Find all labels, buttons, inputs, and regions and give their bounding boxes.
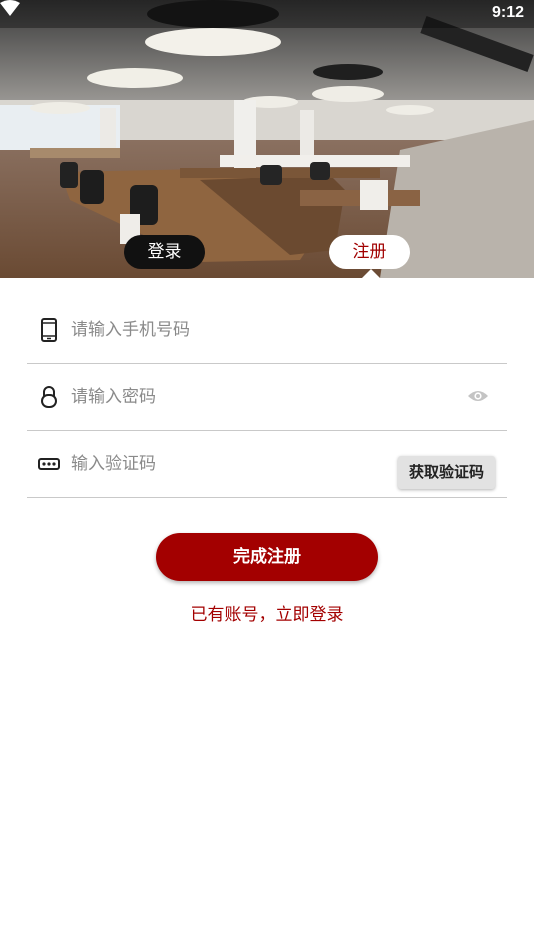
tab-login[interactable]: 登录 (124, 235, 205, 269)
code-input[interactable] (71, 447, 381, 481)
complete-register-button[interactable]: 完成注册 (156, 533, 378, 581)
phone-field (27, 297, 507, 364)
status-time: 9:12 (491, 4, 524, 21)
eye-icon[interactable] (467, 388, 489, 404)
phone-input[interactable] (71, 313, 381, 347)
office-photo (0, 0, 534, 278)
code-field: 获取验证码 (27, 431, 507, 498)
phone-icon (38, 297, 60, 363)
go-login-link[interactable]: 已有账号，立即登录 (0, 600, 534, 625)
status-bar: 9:12 (0, 0, 534, 28)
lock-icon (38, 364, 60, 430)
password-field (27, 364, 507, 431)
get-code-button[interactable]: 获取验证码 (398, 456, 495, 489)
code-icon (38, 431, 60, 497)
wifi-icon (0, 0, 20, 16)
password-input[interactable] (71, 380, 381, 414)
active-tab-indicator (362, 269, 380, 278)
tab-register[interactable]: 注册 (329, 235, 410, 269)
header-image: 9:12 登录 注册 (0, 0, 534, 278)
